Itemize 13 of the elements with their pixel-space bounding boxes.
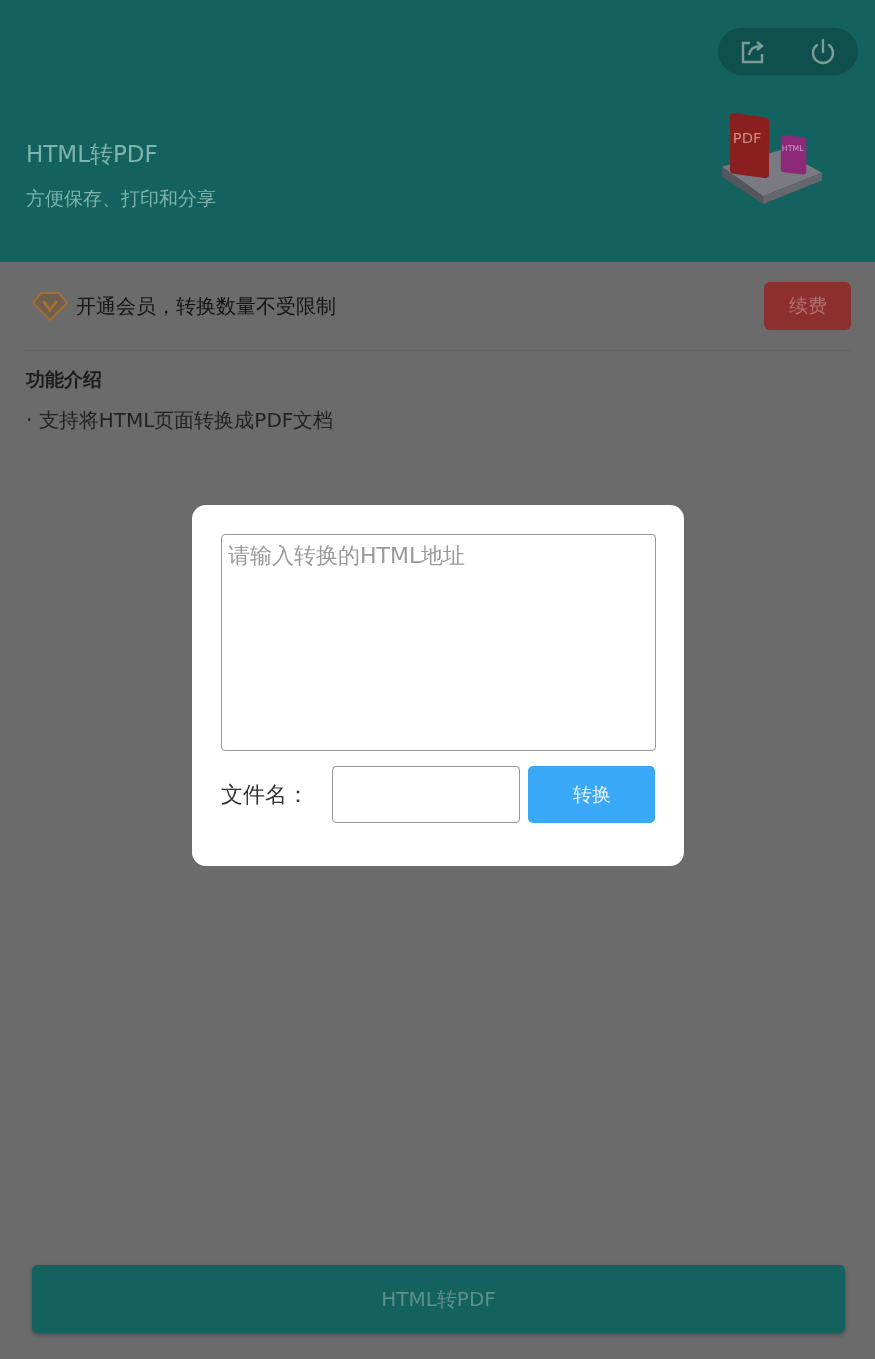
filename-label: 文件名：	[221, 780, 310, 809]
diamond-icon	[32, 291, 68, 321]
renew-button[interactable]: 续费	[764, 282, 851, 330]
convert-button[interactable]: 转换	[528, 766, 655, 823]
membership-text: 开通会员，转换数量不受限制	[76, 292, 337, 320]
section-title: 功能介绍	[26, 367, 103, 392]
filename-field[interactable]	[332, 766, 520, 823]
app-subtitle: 方便保存、打印和分享	[26, 186, 216, 211]
pdf-html-drawing: PDF HTML	[712, 106, 830, 204]
app-title: HTML转PDF	[26, 140, 159, 169]
url-field[interactable]: 请输入转换的HTML地址	[221, 534, 656, 751]
feature-item: · 支持将HTML页面转换成PDF文档	[26, 407, 335, 434]
convert-html-button[interactable]: HTML转PDF	[32, 1265, 845, 1333]
